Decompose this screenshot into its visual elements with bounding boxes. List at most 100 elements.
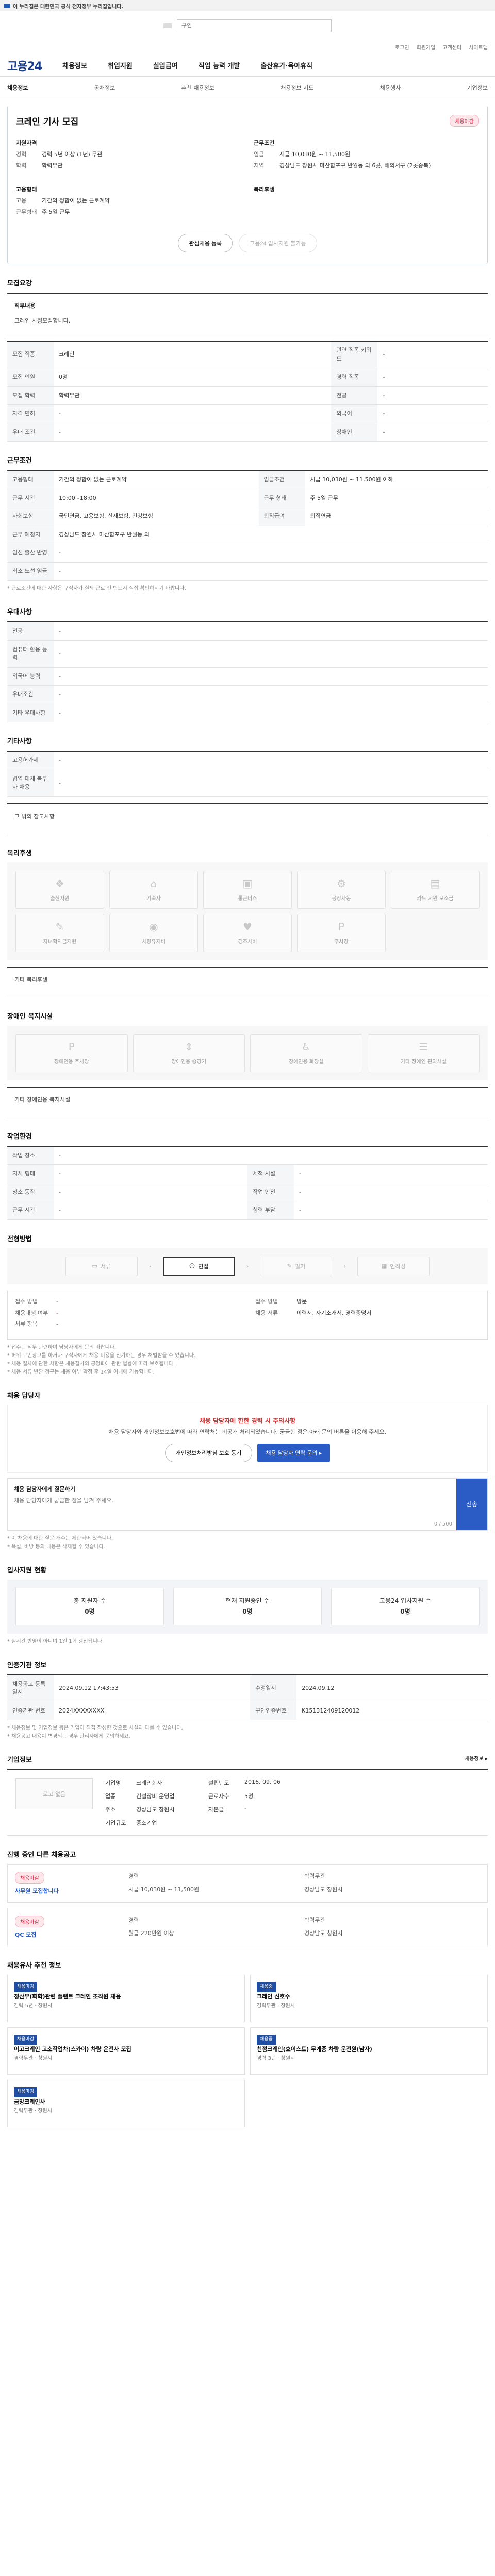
question-input[interactable]: 채용 담당자에게 질문하기 채용 담당자에게 궁금한 점을 남겨 주세요. 0 … [8, 1479, 456, 1530]
section-title: 채용 담당자 [7, 1392, 41, 1400]
elevator-icon: ⇕ [184, 1041, 193, 1054]
qualification-label: 지원자격 [16, 140, 37, 146]
table-row: 지시 형태 - 세척 시설 - [7, 1164, 488, 1183]
list-item[interactable]: 채용마감 사무원 모집합니다 경력 학력무관 시급 10,030원 ~ 11,500원… [7, 1864, 488, 1903]
company-more-link[interactable]: 채용정보 ▸ [465, 1754, 488, 1764]
facility-item: ☰ 기타 장애인 편의시설 [367, 1033, 480, 1072]
status-section: 입사지원 현황 총 지원자 수 0명 현재 지원중인 수 0명 고용24 입사지원 … [7, 1565, 488, 1646]
table-row: 외국어 능력 - [7, 667, 488, 686]
welfare-icon: ❖ [55, 877, 64, 890]
welfare-item: ▣ 통근버스 [203, 870, 292, 909]
company-logo: 로고 없음 [15, 1778, 93, 1810]
contact-section: 채용 담당자 채용 담당자에 한한 경력 시 주의사항 채용 담당자와 개인정보… [7, 1390, 488, 1551]
nav-leave[interactable]: 출산휴가·육아휴직 [260, 60, 312, 70]
nav-jobs[interactable]: 채용정보 [62, 60, 87, 70]
toilet-icon: ♿ [301, 1041, 311, 1054]
gov-banner: 이 누리집은 대한민국 공식 전자정부 누리집입니다. [0, 0, 495, 11]
sub-nav-events[interactable]: 채용행사 [380, 83, 401, 92]
privacy-button[interactable]: 개인정보처리방침 보호 동기 [164, 1443, 253, 1462]
flag-icon [4, 4, 10, 8]
nav-benefit[interactable]: 실업급여 [153, 60, 178, 70]
logo-mini [163, 23, 172, 28]
recommend-card[interactable]: 채용중 크레인 신호수 경력무관 · 창원시 [250, 1975, 488, 2023]
sub-nav-jobs[interactable]: 채용정보 [7, 83, 28, 92]
list-item[interactable]: 채용마감 QC 모집 경력 학력무관 월급 220만원 이상 경상남도 창원시 [7, 1908, 488, 1947]
employment-label: 고용형태 [16, 185, 37, 193]
facility-item: P 장애인용 주차장 [15, 1033, 128, 1072]
recommend-card[interactable]: 채용마감 금망크레인사 경력무관 · 창원시 [7, 2080, 245, 2128]
send-button[interactable]: 전송 [456, 1478, 487, 1530]
document-icon: ▭ [92, 1263, 97, 1270]
welfare-icon: ▣ [242, 877, 253, 890]
table-row: 모집 인원 0명 경력 직종 - [7, 368, 488, 387]
warning-title: 채용 담당자에 한한 경력 시 주의사항 [199, 1417, 296, 1425]
nav-support[interactable]: 취업지원 [108, 60, 133, 70]
login-link[interactable]: 로그인 [395, 43, 409, 51]
nav-training[interactable]: 직업 능력 개발 [199, 60, 240, 70]
sub-nav-company[interactable]: 기업정보 [467, 83, 487, 92]
question-box: 채용 담당자에게 질문하기 채용 담당자에게 궁금한 점을 남겨 주세요. 0 … [7, 1478, 488, 1531]
job-title: 크레인 기사 모집 [16, 117, 79, 127]
table-row: 모집 직종 크레인 관련 직종 키워드 - [7, 341, 488, 369]
welfare-icon: ◉ [149, 921, 158, 934]
welfare-icon: ♥ [243, 921, 252, 934]
recruit-section: 모집요강 직무내용 크레인 사정모집합니다. 모집 직종 크레인 관련 직종 키워드… [7, 278, 488, 442]
section-title: 모집요강 [7, 280, 32, 288]
search-input[interactable] [177, 19, 332, 32]
welfare-item: ❖ 출산지원 [15, 870, 104, 909]
work-table: 고용형태 기간의 정함이 없는 근로계약 임금조건 시급 10,030원 ~ 11,5… [7, 470, 488, 581]
apply-button[interactable]: 고용24 입사지원 불가능 [239, 234, 317, 253]
sub-nav-recommend[interactable]: 추천 채용정보 [182, 83, 214, 92]
section-title: 인증기관 정보 [7, 1661, 47, 1669]
recommend-card[interactable]: 채용마감 이고크레인 고소작업차(스카이) 차량 운전사 모집 경력무관 · 창원시 [7, 2027, 245, 2075]
step-document: ▭ 서류 [65, 1256, 138, 1276]
step-aptitude: ▦ 인적성 [357, 1256, 430, 1276]
help-link[interactable]: 고객센터 [442, 43, 461, 51]
sitemap-link[interactable]: 사이트맵 [469, 43, 488, 51]
section-title: 우대사항 [7, 608, 32, 617]
section-title: 입사지원 현황 [7, 1566, 47, 1574]
section-title: 작업환경 [7, 1132, 32, 1141]
preference-section: 우대사항 전공 - 컴퓨터 활용 능력 - 외국어 능력 - 우대조건 - 기타 우대사… [7, 606, 488, 723]
step-interview: ☺ 면접 [162, 1256, 235, 1276]
save-button[interactable]: 관심채용 등록 [178, 234, 233, 253]
welfare-icon: P [338, 921, 345, 934]
table-row: 근무 예정지 경상남도 창원시 마산합포구 반월동 외 [7, 526, 488, 545]
cert-section: 인증기관 정보 채용공고 등록일시 2024.09.12 17:43:53 수정일시… [7, 1659, 488, 1741]
arrow-icon: › [148, 1262, 152, 1270]
environment-section: 작업환경 작업 장소 - 지시 형태 - 세척 시설 - 청소 동작 - 작업 안전 - 근무… [7, 1131, 488, 1220]
table-row: 청소 동작 - 작업 안전 - [7, 1183, 488, 1202]
table-row: 모집 학력 학력무관 전공 - [7, 386, 488, 405]
other-icon: ☰ [419, 1041, 428, 1054]
table-row: 근무 시간 - 청력 부담 - [7, 1201, 488, 1220]
arrow-icon: › [246, 1262, 249, 1270]
table-row: 자격 면허 - 외국어 - [7, 404, 488, 423]
recommend-section: 채용유사 추천 정보 채용마감 정산부(화학)관련 플랜트 크레인 조작원 채용 경… [7, 1960, 488, 2128]
welfare-item: ♥ 경조사비 [203, 913, 292, 952]
section-title: 진행 중인 다른 채용공고 [7, 1851, 76, 1859]
table-row: 고용형태 기간의 정함이 없는 근로계약 임금조건 시급 10,030원 ~ 11,5… [7, 470, 488, 489]
status-badge: 채용마감 [450, 115, 479, 127]
welfare-item: ◉ 차량유지비 [109, 913, 198, 952]
table-row: 사회보험 국민연금, 고용보험, 산재보험, 건강보험 퇴직급여 퇴직연금 [7, 507, 488, 526]
section-title: 기타사항 [7, 738, 32, 746]
status-card: 현재 지원중인 수 0명 [173, 1587, 322, 1625]
sub-nav-public[interactable]: 공채정보 [94, 83, 115, 92]
table-row: 병역 대체 복무자 채용 - [7, 770, 488, 797]
section-title: 장애인 복지시설 [7, 1012, 53, 1021]
util-links: 로그인 회원가입 고객센터 사이트맵 [0, 40, 495, 54]
recommend-card[interactable]: 채용중 천정크레인(호이스트) 무게중 차량 운전원(남자) 경력 3년 · 창원시 [250, 2027, 488, 2075]
sub-nav-map[interactable]: 채용정보 지도 [280, 83, 314, 92]
recommend-card[interactable]: 채용마감 정산부(화학)관련 플랜트 크레인 조작원 채용 경력 5년 · 창원시 [7, 1975, 245, 2023]
join-link[interactable]: 회원가입 [417, 43, 436, 51]
table-row: 기타 우대사항 - [7, 704, 488, 723]
welfare-item: ✎ 자녀학자금지원 [15, 913, 104, 952]
contact-button[interactable]: 채용 담당자 연락 문의 ▸ [257, 1443, 331, 1462]
table-row: 컴퓨터 활용 능력 - [7, 640, 488, 668]
welfare-item: P 주차장 [297, 913, 386, 952]
arrow-icon: › [343, 1262, 346, 1270]
welfare-icon: ✎ [55, 921, 64, 934]
pen-icon: ✎ [287, 1263, 292, 1270]
site-logo[interactable]: 고용24 [7, 57, 42, 74]
welfare-item: ⌂ 기숙사 [109, 870, 198, 909]
